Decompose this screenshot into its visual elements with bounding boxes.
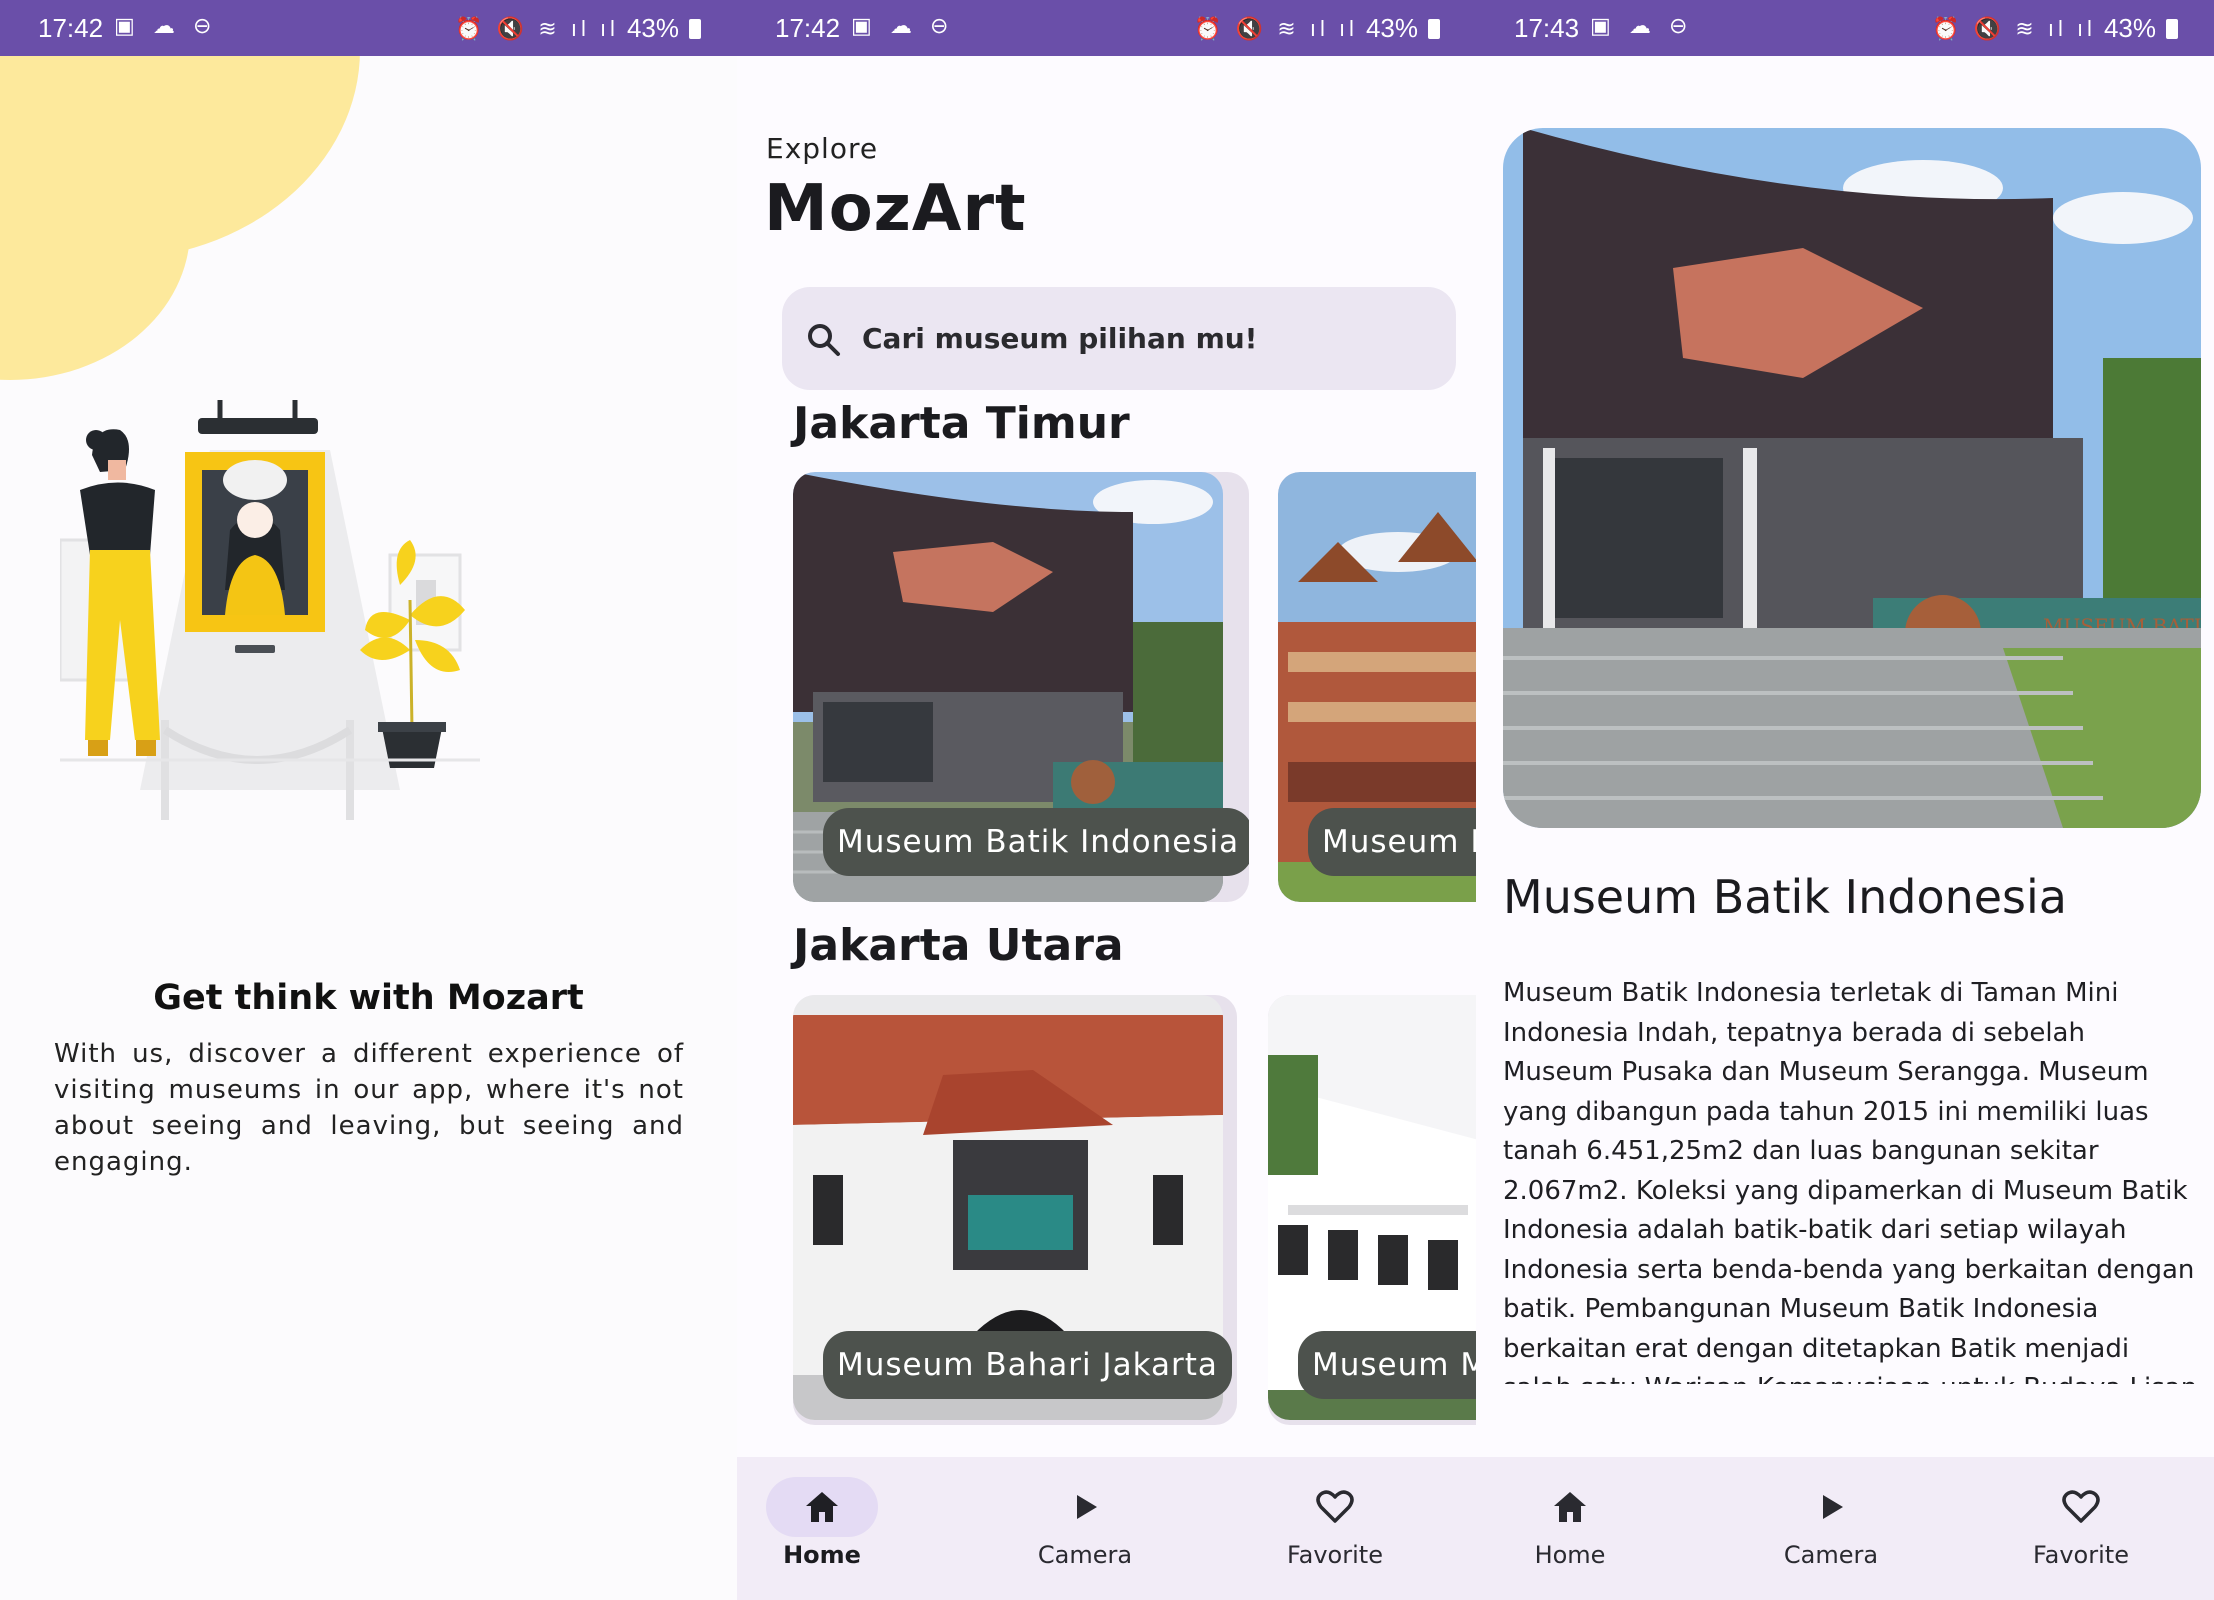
museum-card[interactable]: Museum M xyxy=(1268,995,1476,1425)
battery-icon xyxy=(2166,18,2178,39)
bottom-navigation: Home Camera Favorite Home Camera Favorit… xyxy=(737,1457,2214,1600)
home-icon[interactable] xyxy=(1550,1487,1590,1527)
museum-card-label: Museum Batik Indonesia xyxy=(823,808,1249,876)
heart-outline-icon[interactable] xyxy=(2061,1487,2101,1527)
museum-card[interactable]: Museum Bahari Jakarta xyxy=(793,995,1237,1425)
battery-percent: 43% xyxy=(626,13,679,43)
status-time: 17:42 xyxy=(775,13,841,43)
nav-home[interactable]: Home xyxy=(762,1457,882,1600)
system-icons: ⏰ 🔇 ≋ ıl ıl xyxy=(1932,15,2096,41)
detail-photo: MUSEUM BATIK INDONESIA xyxy=(1503,128,2201,828)
nav-favorite-label: Favorite xyxy=(2033,1541,2129,1569)
notification-icons: ▣ ☁ ⊖ xyxy=(1590,13,1694,38)
battery-percent: 43% xyxy=(2103,13,2156,43)
battery-percent: 43% xyxy=(1365,13,1418,43)
museum-card[interactable]: Museum Ir xyxy=(1278,472,1476,902)
detail-screen: 17:43 ▣ ☁ ⊖ ⏰ 🔇 ≋ ıl ıl 43% MUSEUM BATIK… xyxy=(1476,0,2214,1600)
section-title-jakarta-utara: Jakarta Utara xyxy=(793,920,1124,971)
nav-favorite[interactable]: Favorite xyxy=(1255,1457,1415,1600)
search-input[interactable] xyxy=(862,313,1422,363)
status-bar: 17:43 ▣ ☁ ⊖ ⏰ 🔇 ≋ ıl ıl 43% xyxy=(1476,0,2214,56)
play-icon[interactable] xyxy=(1811,1487,1851,1527)
onboarding-title: Get think with Mozart xyxy=(153,978,584,1018)
heart-outline-icon[interactable] xyxy=(1315,1487,1355,1527)
nav-favorite-label: Favorite xyxy=(1287,1541,1383,1569)
onboarding-screen: 17:42 ▣ ☁ ⊖ ⏰ 🔇 ≋ ıl ıl 43% Get think wi… xyxy=(0,0,737,1600)
nav-home[interactable]: Home xyxy=(1510,1457,1630,1600)
museum-illustration xyxy=(60,400,480,820)
status-bar: 17:42 ▣ ☁ ⊖ ⏰ 🔇 ≋ ıl ıl 43% xyxy=(737,0,1476,56)
nav-home-label: Home xyxy=(783,1541,861,1569)
status-time: 17:43 xyxy=(1514,13,1580,43)
battery-icon xyxy=(689,18,701,39)
system-icons: ⏰ 🔇 ≋ ıl ıl xyxy=(455,15,619,41)
search-icon[interactable] xyxy=(804,320,844,360)
museum-batik-photo: MUSEUM BATIK INDONESIA xyxy=(1503,128,2201,828)
app-brand-title: MozArt xyxy=(764,172,1027,246)
museum-card-label: Museum Bahari Jakarta xyxy=(823,1331,1232,1399)
nav-camera-label: Camera xyxy=(1783,1541,1879,1569)
battery-icon xyxy=(1428,18,1440,39)
play-icon[interactable] xyxy=(1065,1487,1105,1527)
status-bar: 17:42 ▣ ☁ ⊖ ⏰ 🔇 ≋ ıl ıl 43% xyxy=(0,0,737,56)
explore-label: Explore xyxy=(766,132,879,165)
nav-favorite[interactable]: Favorite xyxy=(2001,1457,2161,1600)
detail-title: Museum Batik Indonesia xyxy=(1503,870,2067,924)
search-bar[interactable] xyxy=(782,287,1456,390)
home-icon[interactable] xyxy=(802,1487,842,1527)
system-icons: ⏰ 🔇 ≋ ıl ıl xyxy=(1194,15,1358,41)
detail-description: Museum Batik Indonesia terletak di Taman… xyxy=(1503,978,2197,1384)
nav-camera[interactable]: Camera xyxy=(1005,1457,1165,1600)
nav-camera-label: Camera xyxy=(1037,1541,1133,1569)
nav-camera[interactable]: Camera xyxy=(1751,1457,1911,1600)
status-time: 17:42 xyxy=(38,13,104,43)
home-screen: 17:42 ▣ ☁ ⊖ ⏰ 🔇 ≋ ıl ıl 43% Explore MozA… xyxy=(737,0,1476,1600)
museum-card-label: Museum Ir xyxy=(1308,808,1476,876)
nav-home-label: Home xyxy=(1534,1541,1606,1569)
museum-card-label: Museum M xyxy=(1298,1331,1476,1399)
onboarding-description: With us, discover a different experience… xyxy=(54,1039,684,1177)
museum-card[interactable]: Museum Batik Indonesia xyxy=(793,472,1249,902)
notification-icons: ▣ ☁ ⊖ xyxy=(114,13,218,38)
section-title-jakarta-timur: Jakarta Timur xyxy=(793,398,1130,449)
notification-icons: ▣ ☁ ⊖ xyxy=(851,13,955,38)
